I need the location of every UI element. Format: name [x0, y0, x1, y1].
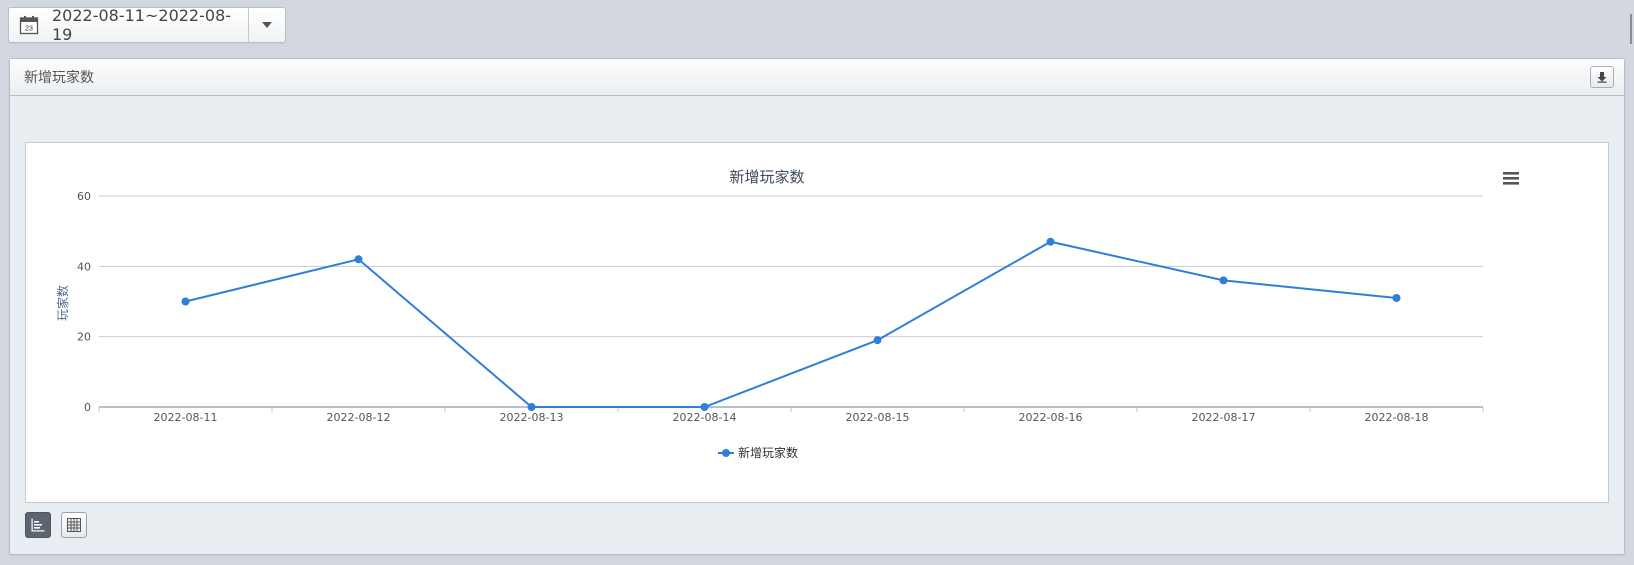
bar-chart-icon: [31, 518, 45, 532]
legend-label[interactable]: 新增玩家数: [738, 445, 798, 460]
y-axis-title: 玩家数: [55, 285, 70, 321]
chart-container: 2022-08-11 2022-08-12 2022-08-13 2022-08-14…: [25, 142, 1609, 503]
date-range-value: 2022-08-11~2022-08-19: [52, 6, 232, 44]
y-tick-label: 40: [77, 260, 91, 273]
panel-title: 新增玩家数: [24, 70, 94, 86]
date-range-dropdown-button[interactable]: [248, 8, 285, 42]
line-chart: 2022-08-11 2022-08-12 2022-08-13 2022-08-14…: [55, 168, 1519, 460]
chevron-down-icon: [262, 22, 272, 28]
x-tick-label: 2022-08-15: [846, 411, 910, 424]
chart-panel: 新增玩家数 2022-08-11 2022-08-12 2022-08-13 2022…: [9, 58, 1625, 555]
y-tick-label: 60: [77, 190, 91, 203]
data-point[interactable]: [527, 403, 536, 411]
data-point[interactable]: [181, 297, 190, 306]
data-point[interactable]: [700, 403, 709, 411]
download-button[interactable]: [1590, 66, 1614, 88]
table-view-button[interactable]: [61, 512, 87, 538]
legend-symbol-marker: [722, 449, 730, 457]
chart-menu-button[interactable]: [1503, 171, 1519, 187]
view-toggle: [25, 512, 87, 538]
x-tick-label: 2022-08-16: [1019, 411, 1083, 424]
calendar-day: 23: [25, 26, 33, 33]
chart-title: 新增玩家数: [729, 168, 804, 186]
x-tick-label: 2022-08-13: [500, 411, 564, 424]
panel-header: 新增玩家数: [10, 59, 1624, 96]
x-tick-label: 2022-08-18: [1365, 411, 1429, 424]
data-point[interactable]: [1392, 293, 1401, 302]
x-tick-label: 2022-08-12: [327, 411, 391, 424]
data-point[interactable]: [873, 336, 882, 345]
table-icon: [67, 518, 81, 532]
data-point[interactable]: [1046, 237, 1055, 246]
toolbar: 23 2022-08-11~2022-08-19: [8, 6, 286, 44]
data-point[interactable]: [354, 255, 363, 264]
chart-view-button[interactable]: [25, 512, 51, 538]
data-point[interactable]: [1219, 276, 1228, 285]
x-tick-label: 2022-08-17: [1192, 411, 1256, 424]
y-tick-label: 0: [84, 401, 91, 414]
calendar-icon: 23: [19, 15, 39, 35]
chart-legend[interactable]: 新增玩家数: [718, 445, 798, 460]
x-tick-label: 2022-08-11: [154, 411, 218, 424]
y-tick-label: 20: [77, 331, 91, 344]
date-range-picker[interactable]: 23 2022-08-11~2022-08-19: [8, 6, 286, 44]
divider: [1630, 14, 1632, 44]
x-tick-label: 2022-08-14: [673, 411, 737, 424]
download-icon: [1597, 72, 1607, 83]
